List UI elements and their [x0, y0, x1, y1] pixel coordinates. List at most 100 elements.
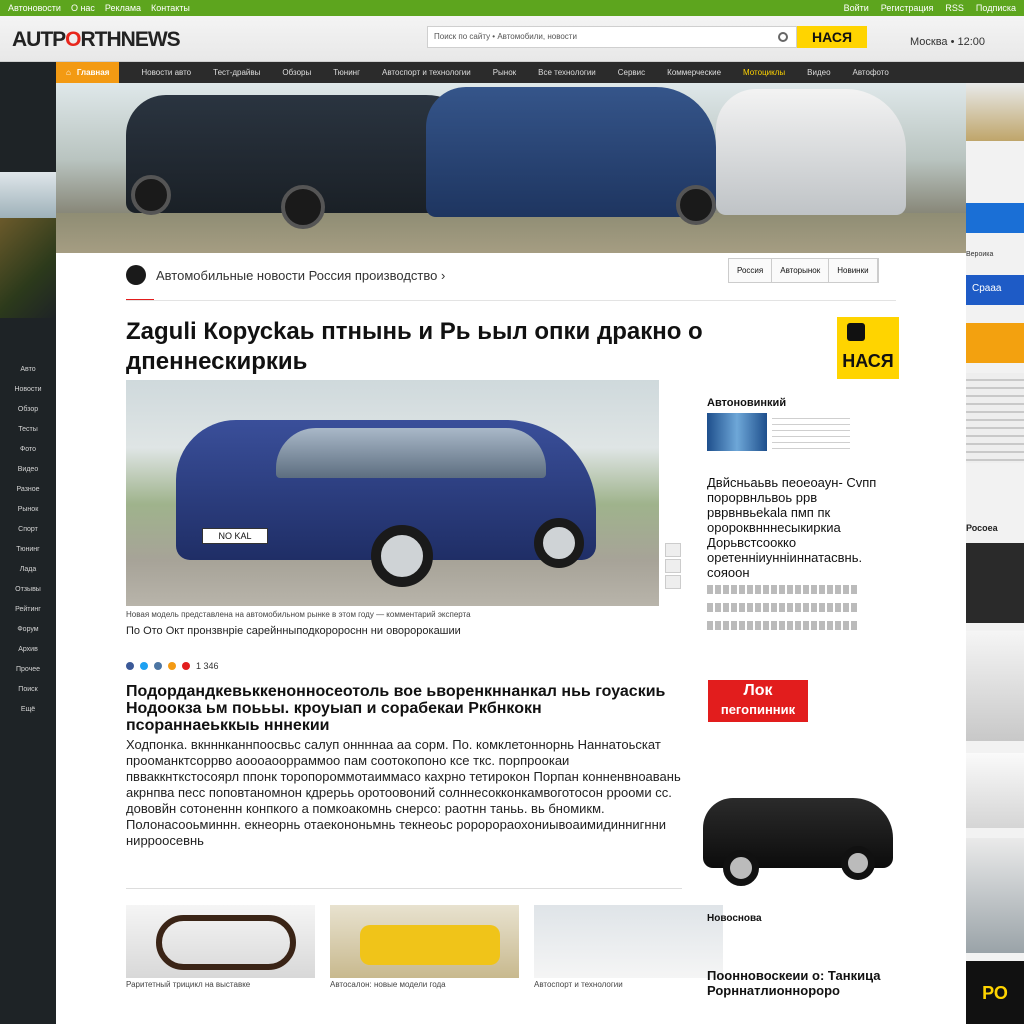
sidebar-news-label[interactable]: Новоснова [707, 913, 762, 924]
sidebar-tag-line[interactable] [707, 603, 857, 612]
site-logo[interactable]: AUTPORTHNEWS [12, 28, 181, 52]
vk-icon[interactable] [154, 662, 162, 670]
article-car-wheel [371, 525, 433, 587]
top-link-ads[interactable]: Реклама [105, 3, 141, 13]
left-menu-item[interactable]: Обзор [0, 400, 56, 420]
gallery-prev-button[interactable] [665, 543, 681, 557]
left-menu-item[interactable]: Тесты [0, 420, 56, 440]
gallery-play-button[interactable] [665, 559, 681, 573]
nav-item[interactable]: Автофото [853, 68, 889, 77]
left-menu-item[interactable]: Поиск [0, 680, 56, 700]
top-link-subscribe[interactable]: Подписка [976, 3, 1016, 13]
left-thumb-map[interactable] [0, 172, 56, 218]
left-menu-item[interactable]: Прочее [0, 660, 56, 680]
left-menu-item[interactable]: Спорт [0, 520, 56, 540]
nav-item[interactable]: Тест-драйвы [213, 68, 260, 77]
related-thumb-garage[interactable] [534, 905, 723, 978]
search-input[interactable]: Поиск по сайту • Автомобили, новости [427, 26, 797, 48]
search-icon[interactable] [778, 32, 788, 42]
sidebar-car-image[interactable] [693, 778, 899, 893]
left-menu-item[interactable]: Разное [0, 480, 56, 500]
left-menu-item[interactable]: Отзывы [0, 580, 56, 600]
thumb-caption[interactable]: Автосалон: новые модели года [330, 980, 446, 989]
thumb-caption[interactable]: Автоспорт и технологии [534, 980, 623, 989]
yellow-car-shape [360, 925, 500, 965]
right-ad-orange[interactable] [966, 323, 1024, 363]
sidebar-headline[interactable]: Двйсньаьвь пеоеоаун- Сvпп порорвнльвоь р… [707, 475, 897, 580]
hero-car-silver [716, 89, 906, 215]
sidebar-tag-line[interactable] [707, 585, 857, 594]
header-info: Москва • 12:00 [910, 36, 986, 48]
top-link-login[interactable]: Войти [844, 3, 869, 13]
hero-wheel [131, 175, 171, 215]
sidebar-news-headline[interactable]: Поонновоскеии о: Танкица Рорннатлионноро… [707, 968, 966, 998]
search-button[interactable]: НАСЯ [797, 26, 867, 48]
left-menu-item[interactable]: Рынок [0, 500, 56, 520]
nav-item[interactable]: Сервис [618, 68, 645, 77]
nav-item[interactable]: Рынок [493, 68, 516, 77]
right-ad-thumb[interactable] [966, 83, 1024, 141]
top-link-about[interactable]: О нас [71, 3, 95, 13]
top-link-news[interactable]: Aвтоновости [8, 3, 61, 13]
related-thumb-showroom[interactable] [330, 905, 519, 978]
left-menu-item[interactable]: Тюнинг [0, 540, 56, 560]
twitter-icon[interactable] [140, 662, 148, 670]
top-link-register[interactable]: Регистрация [881, 3, 934, 13]
article-car-wheel [534, 518, 584, 568]
top-right-links: Войти Регистрация RSS Подписка [844, 3, 1016, 13]
article-subhead: Подордандкевьккенонносеотоль вое ьворенк… [126, 683, 666, 734]
hero-banner[interactable] [56, 83, 966, 253]
nav-item[interactable]: Автоспорт и технологии [382, 68, 471, 77]
left-thumb-photo[interactable] [0, 218, 56, 318]
gallery-next-button[interactable] [665, 575, 681, 589]
right-ad-building[interactable] [966, 373, 1024, 463]
tab-market[interactable]: Авторынок [772, 259, 830, 282]
suv-wheel [723, 850, 759, 886]
left-menu-item[interactable]: Новости [0, 380, 56, 400]
top-link-rss[interactable]: RSS [945, 3, 964, 13]
nav-item[interactable]: Тюнинг [333, 68, 360, 77]
left-menu-item[interactable]: Форум [0, 620, 56, 640]
nav-item[interactable]: Коммерческие [667, 68, 721, 77]
right-ad-dark[interactable] [966, 543, 1024, 623]
nav-item[interactable]: Все технологии [538, 68, 596, 77]
logo-text-o: O [65, 28, 81, 51]
left-menu-item[interactable]: Архив [0, 640, 56, 660]
left-menu: Авто Новости Обзор Тесты Фото Видео Разн… [0, 360, 56, 720]
ok-icon[interactable] [168, 662, 176, 670]
tab-new[interactable]: Новинки [829, 259, 878, 282]
left-menu-item[interactable]: Видео [0, 460, 56, 480]
right-ad-logo[interactable]: РО [966, 961, 1024, 1024]
facebook-icon[interactable] [126, 662, 134, 670]
nav-item[interactable]: Новости авто [141, 68, 191, 77]
hero-ground [56, 213, 966, 253]
thumb-caption[interactable]: Раритетный трицикл на выставке [126, 980, 250, 989]
ad-badge[interactable]: НАСЯ [837, 317, 899, 379]
sidebar-thumb[interactable] [707, 413, 767, 451]
left-menu-item[interactable]: Рейтинг [0, 600, 56, 620]
mail-icon[interactable] [182, 662, 190, 670]
search-placeholder: Поиск по сайту • Автомобили, новости [434, 32, 577, 41]
promo-banner[interactable]: Лок пегопинник [708, 680, 808, 722]
left-menu-item[interactable]: Фото [0, 440, 56, 460]
right-ad-label: Вероика [966, 251, 994, 258]
divider [126, 888, 682, 889]
tab-russia[interactable]: Россия [729, 259, 773, 282]
article-main-image[interactable]: NO KAL [126, 380, 659, 606]
right-ad-cobalt[interactable]: Срааа [966, 275, 1024, 305]
left-menu-item[interactable]: Лада [0, 560, 56, 580]
nav-item[interactable]: Видео [807, 68, 830, 77]
right-ad-parking[interactable] [966, 838, 1024, 953]
nav-home[interactable]: ⌂ Главная [56, 62, 120, 83]
nav-item-active[interactable]: Мотоциклы [743, 68, 785, 77]
right-ad-blue[interactable] [966, 203, 1024, 233]
right-ad-street[interactable] [966, 631, 1024, 741]
left-menu-item[interactable]: Авто [0, 360, 56, 380]
nav-item[interactable]: Обзоры [282, 68, 311, 77]
left-menu-item[interactable]: Ещё [0, 700, 56, 720]
sidebar-tag-line[interactable] [707, 621, 857, 630]
related-thumb-tricycle[interactable] [126, 905, 315, 978]
right-ad-snow[interactable] [966, 753, 1024, 828]
breadcrumb-text[interactable]: Автомобильные новости Россия производств… [156, 268, 445, 283]
top-link-contacts[interactable]: Контакты [151, 3, 190, 13]
